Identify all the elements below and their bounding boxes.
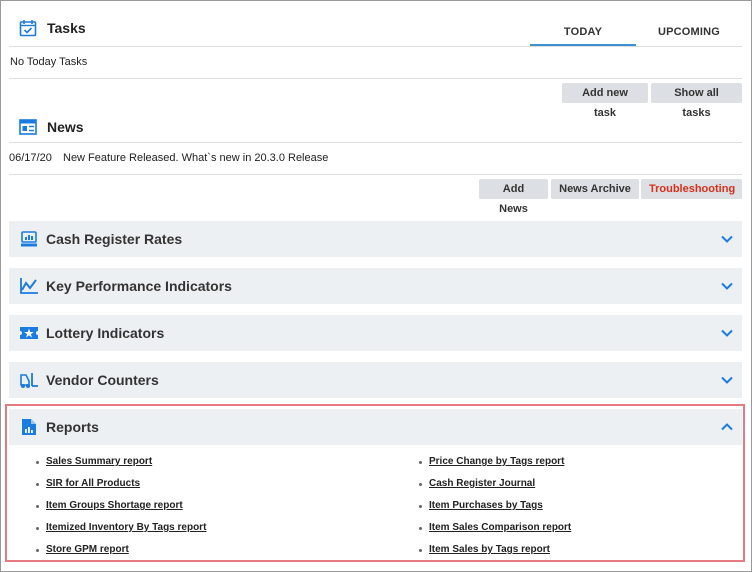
list-item: SIR for All Products [36,473,206,495]
report-document-icon [18,417,40,437]
accordion-vendor-counters[interactable]: Vendor Counters [9,362,742,398]
tasks-divider-top [9,46,742,47]
report-link[interactable]: Price Change by Tags report [429,456,564,467]
tasks-header: Tasks [19,19,86,37]
bullet-dot [36,527,39,530]
bullet-dot [36,505,39,508]
accordion-title: Lottery Indicators [46,325,165,341]
report-link[interactable]: SIR for All Products [46,478,140,489]
list-item: Itemized Inventory By Tags report [36,517,206,539]
news-item-link[interactable]: New Feature Released. What`s new in 20.3… [63,152,328,164]
report-link[interactable]: Item Sales Comparison report [429,522,571,533]
list-item: Sales Summary report [36,451,206,473]
report-link[interactable]: Sales Summary report [46,456,152,467]
troubleshooting-button[interactable]: Troubleshooting [641,179,742,199]
tab-today[interactable]: TODAY [530,20,636,46]
news-divider-bottom [9,174,742,175]
show-all-tasks-button[interactable]: Show all tasks [651,83,742,119]
tasks-tabs: TODAY UPCOMING [530,20,742,46]
chevron-down-icon[interactable] [719,278,735,294]
news-header: News [19,118,84,136]
list-item: Item Sales by Tags report [419,539,571,561]
forklift-icon [18,370,40,390]
accordion-title: Key Performance Indicators [46,278,232,294]
news-icon [19,118,37,136]
accordion-title: Vendor Counters [46,372,159,388]
reports-list-right: Price Change by Tags report Cash Registe… [419,451,571,561]
bullet-dot [36,461,39,464]
bullet-dot [419,461,422,464]
bullet-dot [419,483,422,486]
report-link[interactable]: Item Sales by Tags report [429,544,550,555]
lottery-ticket-icon [18,323,40,343]
accordion-reports[interactable]: Reports [9,409,742,445]
news-item-date: 06/17/20 [9,152,52,164]
bullet-dot [419,549,422,552]
add-news-button[interactable]: Add News [479,179,548,215]
add-new-task-button[interactable]: Add new task [562,83,648,119]
tasks-title: Tasks [47,20,86,36]
news-archive-button[interactable]: News Archive [551,179,639,199]
bullet-dot [36,549,39,552]
bullet-dot [419,527,422,530]
line-chart-icon [18,276,40,296]
report-link[interactable]: Item Groups Shortage report [46,500,183,511]
report-link[interactable]: Item Purchases by Tags [429,500,543,511]
tasks-divider-bottom [9,78,742,79]
accordion-cash-register-rates[interactable]: Cash Register Rates [9,221,742,257]
reports-list-left: Sales Summary report SIR for All Product… [36,451,206,561]
accordion-key-performance-indicators[interactable]: Key Performance Indicators [9,268,742,304]
calendar-check-icon [19,19,37,37]
bullet-dot [36,483,39,486]
list-item: Cash Register Journal [419,473,571,495]
chevron-up-icon[interactable] [719,419,735,435]
list-item: Item Purchases by Tags [419,495,571,517]
cash-register-icon [18,229,40,249]
bullet-dot [419,505,422,508]
tab-upcoming[interactable]: UPCOMING [636,20,742,46]
report-link[interactable]: Itemized Inventory By Tags report [46,522,206,533]
chevron-down-icon[interactable] [719,325,735,341]
chevron-down-icon[interactable] [719,372,735,388]
news-title: News [47,119,84,135]
list-item: Item Sales Comparison report [419,517,571,539]
report-link[interactable]: Cash Register Journal [429,478,535,489]
list-item: Price Change by Tags report [419,451,571,473]
report-link[interactable]: Store GPM report [46,544,129,555]
chevron-down-icon[interactable] [719,231,735,247]
accordion-title: Cash Register Rates [46,231,183,247]
list-item: Store GPM report [36,539,206,561]
news-divider-top [9,142,742,143]
no-tasks-text: No Today Tasks [10,56,88,68]
accordion-lottery-indicators[interactable]: Lottery Indicators [9,315,742,351]
list-item: Item Groups Shortage report [36,495,206,517]
accordion-title: Reports [46,419,99,435]
